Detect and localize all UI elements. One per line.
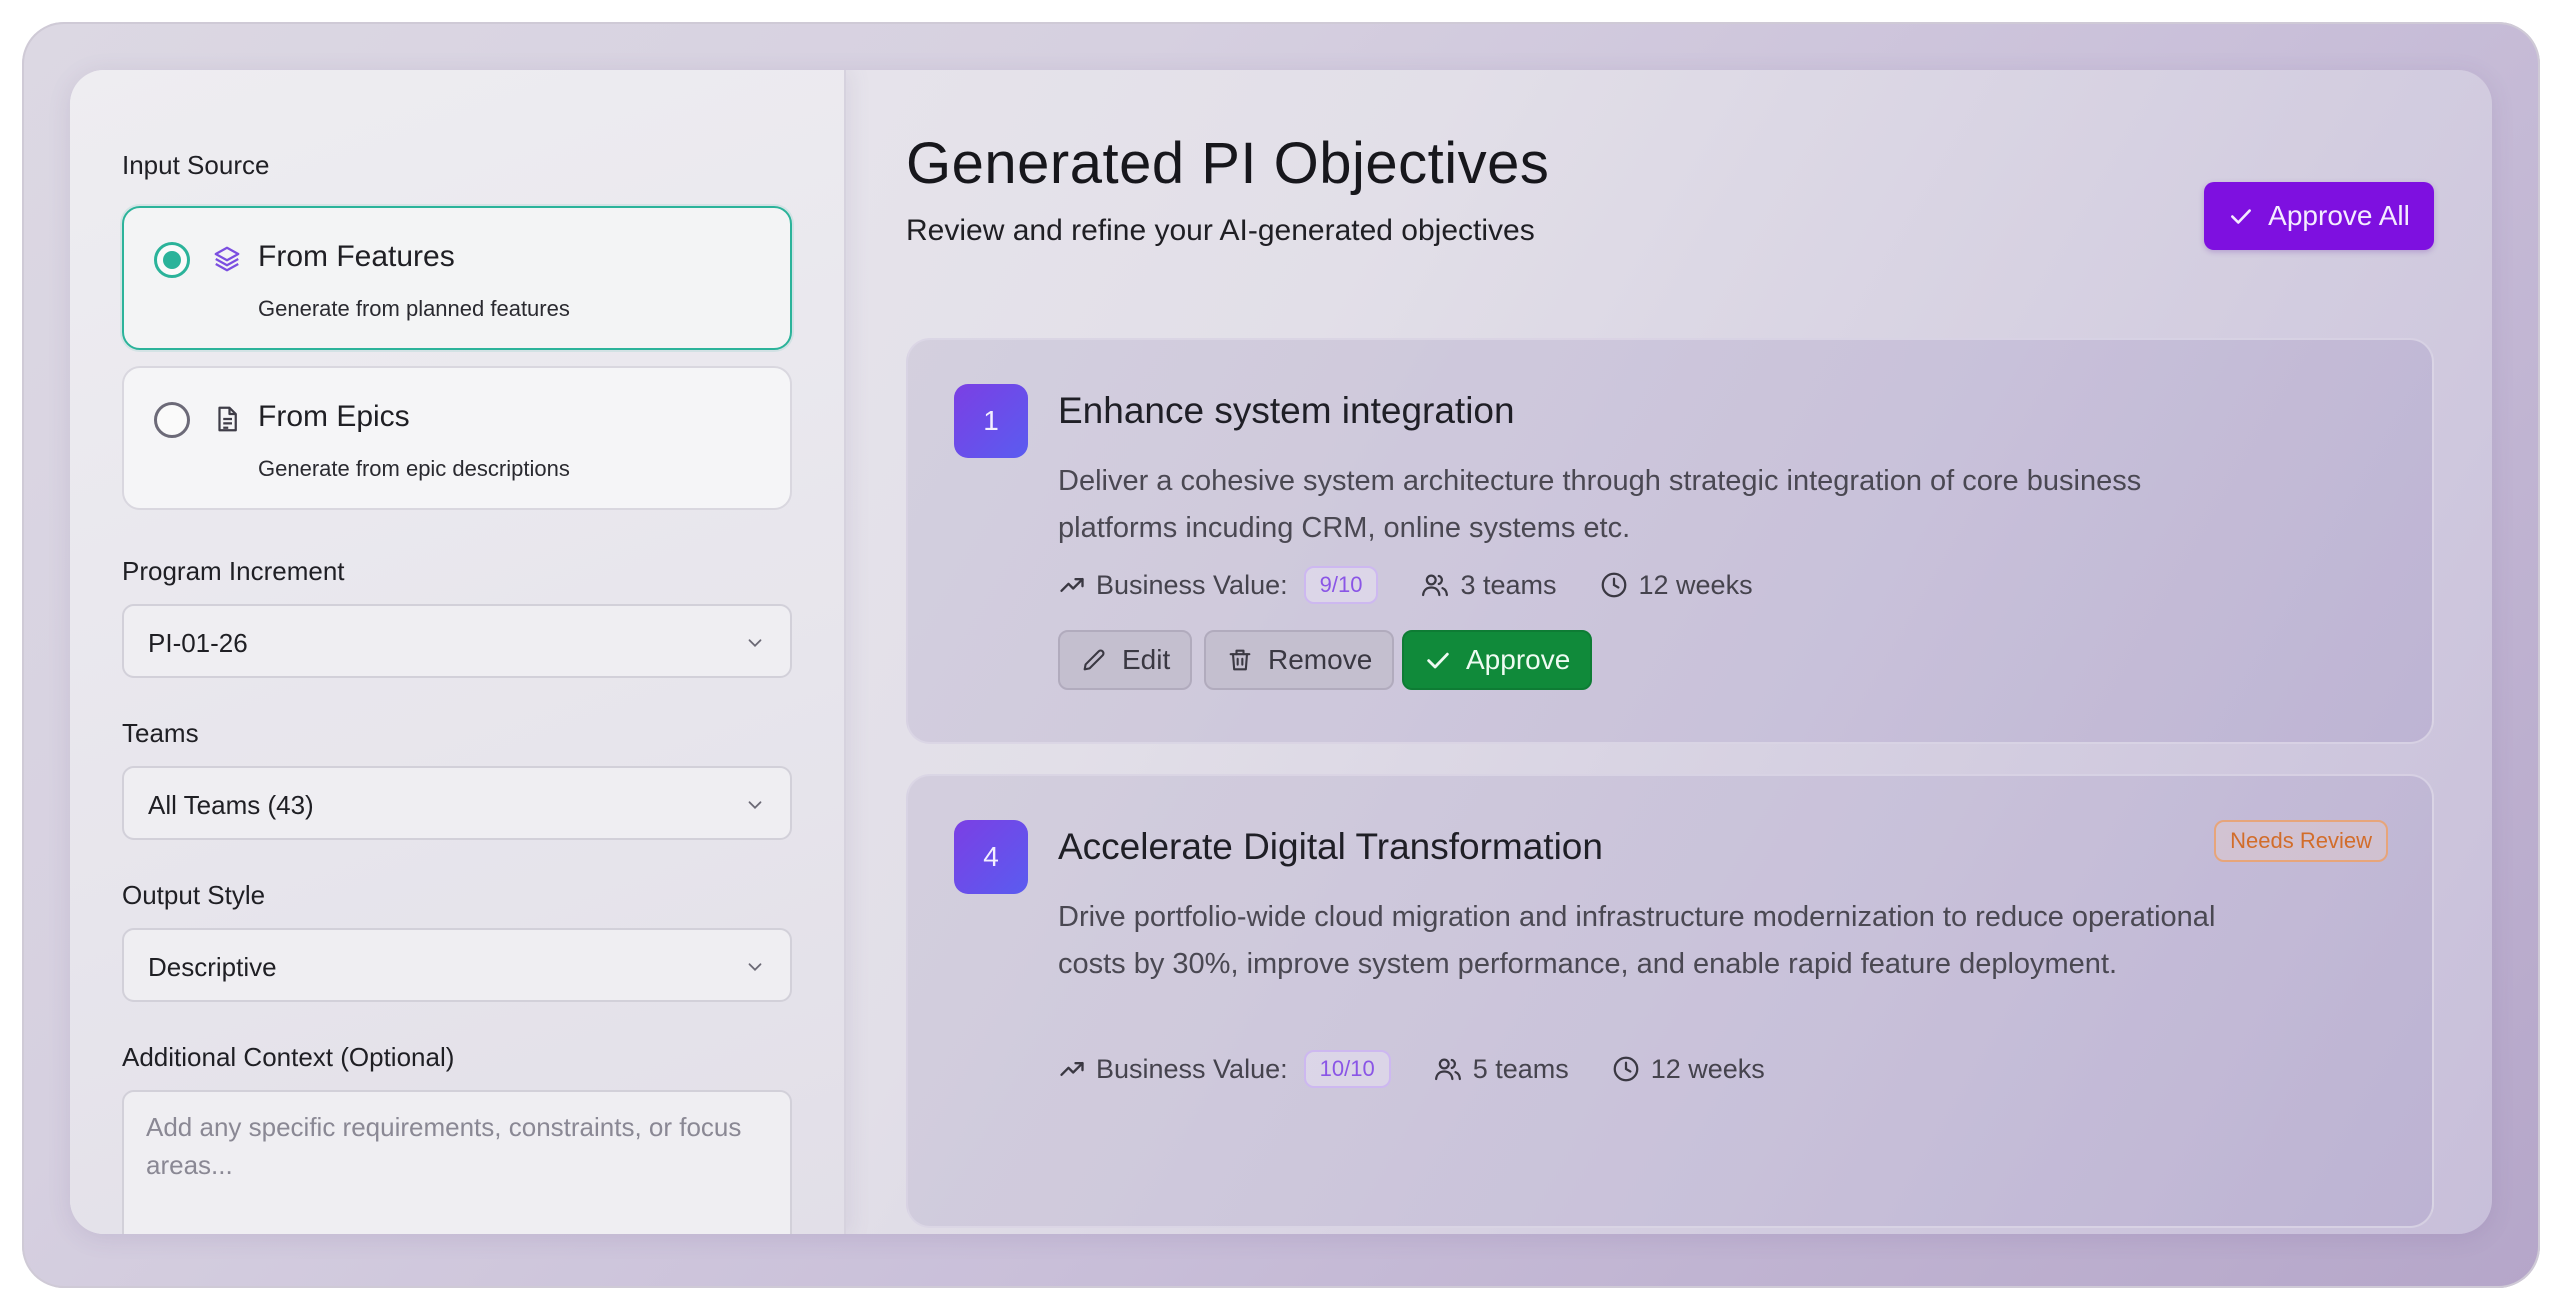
app-window: Input Source From Features Generate from… [70, 70, 2492, 1234]
objective-number: 4 [954, 820, 1028, 894]
objective-description: Drive portfolio-wide cloud migration and… [1058, 901, 2216, 980]
output-style-select[interactable]: Descriptive [122, 928, 792, 1002]
objective-title: Enhance system integration [1058, 390, 1515, 431]
radio-selected[interactable] [154, 242, 190, 278]
objective-card: 4 Accelerate Digital Transformation Need… [906, 774, 2434, 1228]
teams-select[interactable]: All Teams (43) [122, 766, 792, 840]
additional-context-input[interactable]: Add any specific requirements, constrain… [122, 1090, 792, 1234]
layers-icon [212, 244, 242, 274]
select-value: All Teams (43) [148, 790, 314, 820]
program-increment-label: Program Increment [122, 556, 345, 586]
objective-description: Deliver a cohesive system architecture t… [1058, 465, 2142, 544]
app-background: Input Source From Features Generate from… [22, 22, 2540, 1288]
teams-label: Teams [122, 718, 199, 748]
business-value-badge: 10/10 [1303, 1050, 1391, 1088]
config-sidebar: Input Source From Features Generate from… [70, 70, 846, 1234]
users-icon [1420, 570, 1450, 600]
teams-count-text: 3 teams [1460, 569, 1557, 600]
edit-button[interactable]: Edit [1058, 630, 1193, 690]
chevron-down-icon [744, 794, 766, 816]
pencil-icon [1080, 646, 1108, 674]
duration: 12 weeks [1611, 1054, 1765, 1085]
clock-icon [1611, 1054, 1641, 1084]
page-subtitle: Review and refine your AI-generated obje… [906, 214, 1535, 247]
business-value-badge: 9/10 [1303, 566, 1379, 604]
business-value: Business Value: 10/10 [1058, 1050, 1391, 1088]
source-subtitle: Generate from planned features [258, 296, 570, 321]
source-option-features[interactable]: From Features Generate from planned feat… [122, 206, 792, 350]
teams-count: 3 teams [1420, 569, 1557, 601]
business-value-label: Business Value: [1096, 1053, 1288, 1084]
duration: 12 weeks [1599, 570, 1753, 601]
trending-up-icon [1058, 571, 1086, 599]
additional-context-label: Additional Context (Optional) [122, 1042, 455, 1072]
users-icon [1433, 1054, 1463, 1084]
clock-icon [1599, 570, 1629, 600]
radio-unselected[interactable] [154, 402, 190, 438]
page-title: Generated PI Objectives [906, 131, 1550, 196]
check-icon [2228, 203, 2254, 229]
approve-all-button[interactable]: Approve All [2204, 182, 2434, 250]
chevron-down-icon [744, 632, 766, 654]
input-source-label: Input Source [122, 150, 270, 180]
source-subtitle: Generate from epic descriptions [258, 456, 570, 481]
chevron-down-icon [744, 956, 766, 978]
teams-count: 5 teams [1433, 1054, 1569, 1085]
select-value: Descriptive [148, 952, 277, 982]
edit-label: Edit [1122, 644, 1171, 675]
duration-text: 12 weeks [1650, 1053, 1765, 1084]
program-increment-select[interactable]: PI-01-26 [122, 604, 792, 678]
approve-label: Approve [1466, 644, 1571, 675]
source-title: From Epics [258, 400, 410, 433]
status-badge: Needs Review [2214, 820, 2388, 862]
check-icon [1424, 646, 1452, 674]
document-icon [212, 404, 242, 434]
trash-icon [1226, 646, 1254, 674]
remove-label: Remove [1268, 644, 1373, 675]
objective-title: Accelerate Digital Transformation [1058, 826, 1603, 867]
trending-up-icon [1058, 1055, 1086, 1083]
duration-text: 12 weeks [1638, 569, 1753, 600]
business-value-label: Business Value: [1096, 569, 1288, 600]
approve-button[interactable]: Approve [1402, 630, 1593, 690]
approve-all-label: Approve All [2268, 200, 2410, 231]
source-title: From Features [258, 240, 455, 273]
objective-number: 1 [954, 384, 1028, 458]
teams-count-text: 5 teams [1472, 1053, 1569, 1084]
objective-meta: Business Value: 9/10 3 teams 12 weeks [1058, 566, 1795, 604]
remove-button[interactable]: Remove [1204, 630, 1395, 690]
objective-card: 1 Enhance system integration Deliver a c… [906, 338, 2434, 744]
select-value: PI-01-26 [148, 628, 248, 658]
objective-meta: Business Value: 10/10 5 teams 12 weeks [1058, 1050, 1807, 1088]
source-option-epics[interactable]: From Epics Generate from epic descriptio… [122, 366, 792, 510]
output-style-label: Output Style [122, 880, 266, 910]
business-value: Business Value: 9/10 [1058, 566, 1379, 604]
